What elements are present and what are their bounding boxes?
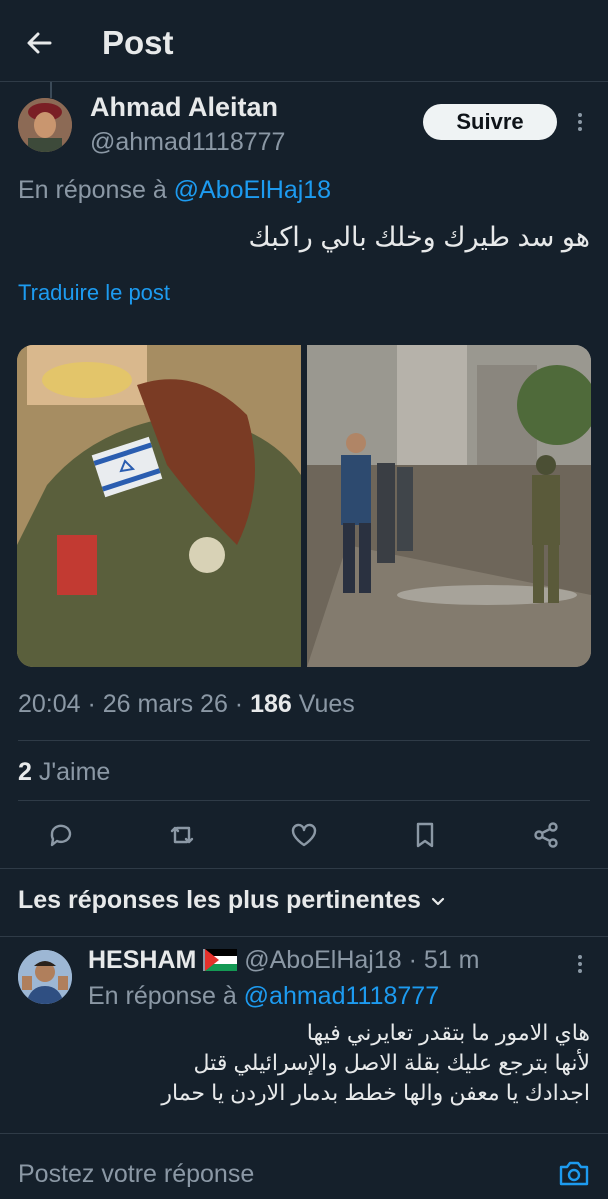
divider [18,800,590,801]
relevant-replies-dropdown[interactable]: Les réponses les plus pertinentes [18,886,447,915]
reply-to-handle[interactable]: @AboElHaj18 [174,176,331,204]
bookmark-icon[interactable] [410,820,440,850]
author-handle[interactable]: @ahmad1118777 [90,128,285,157]
reply-prefix: En réponse à [18,176,167,204]
follow-button[interactable]: Suivre [423,104,557,140]
reply-time: 51 m [423,946,480,974]
media-image-soldier[interactable] [17,345,301,667]
divider [18,740,590,741]
reply-prefix: En réponse à [88,982,237,1010]
back-arrow-icon[interactable] [22,26,56,60]
relevant-replies-label: Les réponses les plus pertinentes [18,886,421,914]
likes-summary[interactable]: 2 J'aime [18,758,110,787]
translate-link[interactable]: Traduire le post [18,280,170,306]
repost-icon[interactable] [167,820,197,850]
more-options-icon[interactable] [572,110,588,134]
reply-author-avatar[interactable] [18,950,72,1004]
chevron-down-icon [429,892,447,910]
reply-text: هاي الامور ما بتقدر تعايرني فيها لأنها ب… [90,1018,590,1108]
reply-text-line: هاي الامور ما بتقدر تعايرني فيها [306,1020,590,1045]
post-time: 20:04 [18,690,81,718]
media-image-street[interactable] [307,345,591,667]
reply-to-handle[interactable]: @ahmad1118777 [244,982,439,1010]
author-name[interactable]: Ahmad Aleitan [90,92,278,123]
reply-replying-to: En réponse à @ahmad1118777 [88,982,439,1011]
post-media[interactable] [17,345,591,667]
reply-header: HESHAM @AboElHaj18 · 51 m [88,946,480,974]
replying-to: En réponse à @AboElHaj18 [18,176,331,205]
top-bar: Post [0,0,608,82]
divider [0,868,608,869]
palestine-flag-icon [203,949,238,971]
compose-bar: Postez votre réponse [0,1133,608,1199]
reply-icon[interactable] [46,820,76,850]
like-icon[interactable] [289,820,319,850]
likes-label: J'aime [38,758,111,786]
reply-more-options-icon[interactable] [572,952,588,976]
reply-input[interactable]: Postez votre réponse [18,1160,254,1189]
post-date: 26 mars 26 [102,690,228,718]
thread-connector [50,82,52,98]
author-avatar[interactable] [18,98,72,152]
reply-text-line: اجدادك يا معفن والها خطط بدمار الاردن يا… [161,1080,590,1105]
post-text: هو سد طيرك وخلك بالي راكبك [248,222,590,252]
reply-author-handle[interactable]: @AboElHaj18 [244,946,401,974]
reply-text-line: لأنها بترجع عليك بقلة الاصل والإسرائيلي … [193,1050,590,1075]
views-label: Vues [298,690,355,718]
divider [0,936,608,937]
camera-icon[interactable] [558,1158,590,1188]
views-count: 186 [250,690,292,718]
reply-author-name[interactable]: HESHAM [88,946,196,974]
likes-count: 2 [18,758,32,786]
share-icon[interactable] [531,820,561,850]
page-title: Post [102,24,174,61]
post-meta: 20:04 · 26 mars 26 · 186 Vues [18,690,355,718]
